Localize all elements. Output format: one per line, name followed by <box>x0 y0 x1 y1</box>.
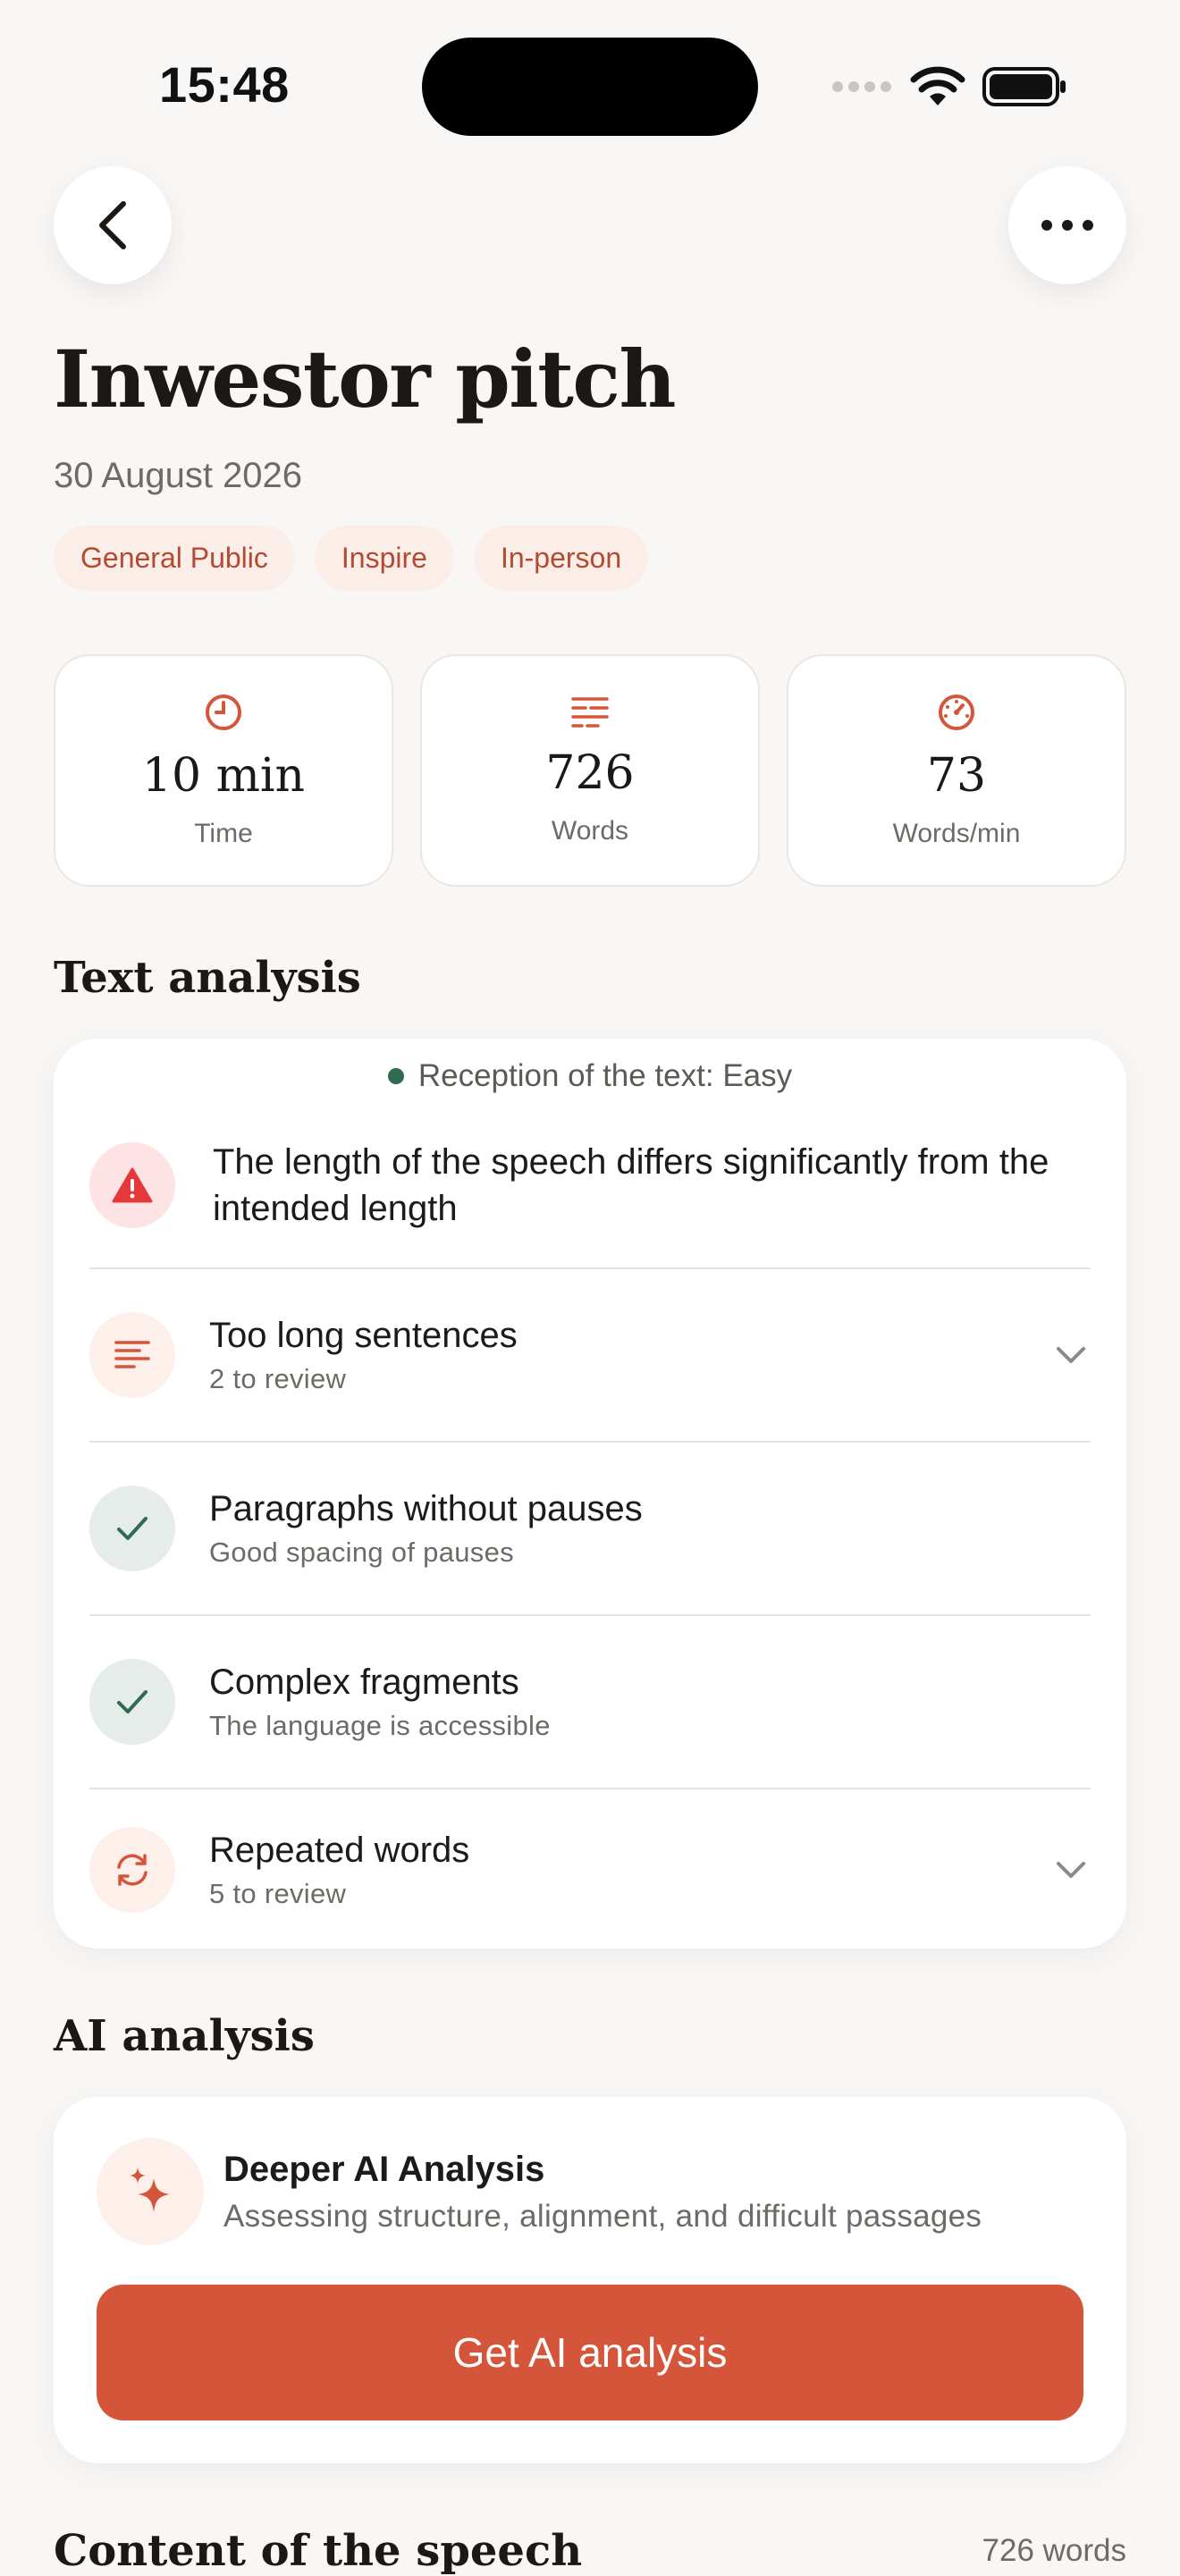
item-title: Paragraphs without pauses <box>209 1488 643 1528</box>
chevron-left-icon <box>99 201 126 249</box>
sparkle-icon-wrap <box>97 2138 204 2245</box>
analysis-item-long-sentences[interactable]: Too long sentences 2 to review <box>89 1269 1091 1441</box>
stat-time: 10 min Time <box>54 654 393 887</box>
text-analysis-heading: Text analysis <box>54 953 361 1003</box>
stat-words-label: Words <box>551 816 629 846</box>
chevron-down-icon[interactable] <box>1055 1344 1087 1366</box>
pauses-icon-wrap <box>89 1486 175 1571</box>
ai-card-title: Deeper AI Analysis <box>223 2149 545 2189</box>
ai-analysis-info: Deeper AI Analysis Assessing structure, … <box>97 2138 1089 2245</box>
chevron-down-icon[interactable] <box>1055 1859 1087 1881</box>
ai-card-subtitle: Assessing structure, alignment, and diff… <box>223 2198 982 2234</box>
complex-icon-wrap <box>89 1659 175 1745</box>
stat-pace-value: 73 <box>926 749 987 803</box>
refresh-icon <box>117 1854 148 1886</box>
content-word-count: 726 words <box>982 2533 1126 2568</box>
item-subtitle: 2 to review <box>209 1362 347 1394</box>
stat-time-value: 10 min <box>141 749 306 803</box>
stats-row: 10 min Time 726 Words 73 Words/min <box>54 654 1126 887</box>
warning-triangle-icon <box>112 1167 153 1203</box>
tag-audience: General Public <box>54 526 295 591</box>
get-ai-analysis-button[interactable]: Get AI analysis <box>97 2285 1083 2420</box>
stat-pace: 73 Words/min <box>787 654 1126 887</box>
repeated-icon-wrap <box>89 1827 175 1913</box>
length-warning: The length of the speech differs signifi… <box>89 1128 1091 1242</box>
more-options-button[interactable] <box>1008 166 1126 284</box>
item-title: Repeated words <box>209 1830 470 1870</box>
tag-format: In-person <box>473 526 649 591</box>
status-time: 15:48 <box>159 56 290 113</box>
reception-status-dot <box>387 1068 404 1084</box>
item-subtitle: The language is accessible <box>209 1709 551 1741</box>
clock-icon <box>206 695 241 730</box>
stat-pace-label: Words/min <box>892 819 1021 848</box>
check-icon <box>117 1517 148 1540</box>
analysis-item-paragraph-pauses: Paragraphs without pauses Good spacing o… <box>89 1443 1091 1614</box>
back-button[interactable] <box>54 166 172 284</box>
analysis-item-repeated-words[interactable]: Repeated words 5 to review <box>89 1789 1091 1950</box>
analysis-item-complex-fragments: Complex fragments The language is access… <box>89 1616 1091 1788</box>
long-sentences-icon-wrap <box>89 1312 175 1398</box>
lines-icon <box>114 1341 150 1368</box>
battery-icon <box>982 67 1066 106</box>
reception-label: Reception of the text: Easy <box>417 1058 793 1093</box>
stat-words: 726 Words <box>420 654 760 887</box>
text-analysis-card: Reception of the text: Easy The length o… <box>54 1039 1126 1949</box>
status-icons <box>831 64 1067 109</box>
more-dots-icon <box>1041 220 1093 231</box>
reception-indicator: Reception of the text: Easy <box>54 1058 1126 1094</box>
wifi-icon <box>910 66 965 105</box>
item-title: Too long sentences <box>209 1315 518 1355</box>
text-lines-icon <box>571 697 609 728</box>
ai-analysis-heading: AI analysis <box>54 2011 315 2061</box>
tag-goal: Inspire <box>314 526 454 591</box>
stat-time-label: Time <box>194 819 253 848</box>
dynamic-island <box>422 38 758 136</box>
warning-text: The length of the speech differs signifi… <box>213 1142 1049 1228</box>
item-subtitle: Good spacing of pauses <box>209 1536 514 1568</box>
check-icon <box>117 1690 148 1713</box>
tag-list: General Public Inspire In-person <box>54 526 649 591</box>
item-title: Complex fragments <box>209 1662 519 1702</box>
page-title: Inwestor pitch <box>54 333 676 425</box>
stat-words-value: 726 <box>545 746 635 800</box>
item-subtitle: 5 to review <box>209 1877 347 1909</box>
ai-analysis-card: Deeper AI Analysis Assessing structure, … <box>54 2097 1126 2463</box>
warning-icon-wrap <box>89 1142 175 1228</box>
content-heading: Content of the speech <box>54 2526 583 2576</box>
speech-date: 30 August 2026 <box>54 456 303 495</box>
signal-icon <box>832 81 891 92</box>
speedometer-icon <box>939 695 974 730</box>
sparkle-icon <box>130 2168 170 2212</box>
